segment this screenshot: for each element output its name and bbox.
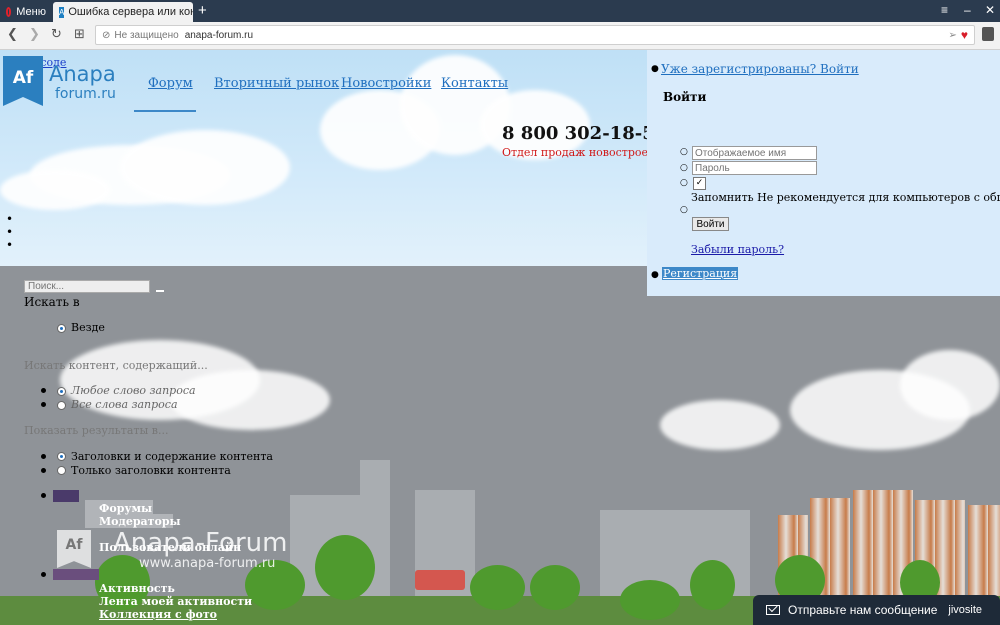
phone-caption: Отдел продаж новостроек [502, 146, 655, 159]
remember-label: Запомнить Не рекомендуется для компьютер… [691, 191, 1000, 204]
kiosk-decoration [415, 570, 465, 590]
results-label: Показать результаты в... [24, 424, 169, 437]
titles-and-content-radio[interactable] [57, 452, 66, 461]
list-bullet: ● [651, 270, 659, 280]
submenu-forums[interactable]: Форумы [99, 502, 152, 515]
browser-menu-label: Меню [16, 6, 46, 18]
scope-everywhere-radio[interactable] [57, 324, 66, 333]
cloud-decoration [660, 400, 780, 450]
list-bullet [41, 468, 46, 473]
tab-title: Ошибка сервера или кон [68, 6, 193, 18]
register-link[interactable]: Регистрация [662, 267, 739, 280]
new-tab-icon[interactable]: + [198, 2, 207, 19]
close-window-icon[interactable]: ✕ [985, 3, 995, 17]
login-title: Войти [663, 90, 707, 104]
nav-forum[interactable]: Форум [148, 76, 193, 91]
url-text: anapa-forum.ru [184, 29, 254, 41]
nav-active-indicator [134, 110, 196, 112]
password-field[interactable] [692, 161, 817, 175]
display-name-field[interactable] [692, 146, 817, 160]
list-bullet [41, 454, 46, 459]
list-bullet: ○ [680, 163, 688, 173]
web-page: к соде Af Anapa forum.ru Форум Вторичный… [0, 50, 1000, 625]
cloud-decoration [170, 370, 330, 430]
tree-decoration [690, 560, 735, 610]
browser-menu-button[interactable]: Меню [0, 2, 52, 22]
nav-contacts[interactable]: Контакты [441, 76, 508, 91]
titles-only-label: Только заголовки контента [71, 464, 231, 477]
list-bullet [41, 493, 46, 498]
chat-widget-button[interactable]: Отправьте нам сообщение jivosite [753, 595, 1000, 625]
menu-toggle[interactable] [53, 490, 79, 502]
any-word-label: Любое слово запроса [71, 384, 196, 397]
any-word-radio[interactable] [57, 387, 66, 396]
opera-logo-icon [6, 7, 12, 17]
bookmark-heart-icon[interactable]: ♥ [961, 28, 968, 42]
nav-new-buildings[interactable]: Новостройки [341, 76, 431, 91]
tree-decoration [315, 535, 375, 600]
list-bullet: ● [651, 64, 659, 74]
login-panel: ● Уже зарегистрированы? Войти Войти ○ ○ … [647, 50, 1000, 296]
residential-tower [968, 505, 1000, 596]
cloud-decoration [900, 350, 1000, 420]
nav-secondary-market[interactable]: Вторичный рынок [214, 76, 339, 91]
address-bar: ❮ ❯ ↻ ⊞ ⊘ Не защищено anapa-forum.ru ➢ ♥ [0, 22, 1000, 50]
submenu-photo-collection[interactable]: Коллекция с фото [99, 608, 217, 621]
list-bullet [41, 572, 46, 577]
list-bullet: ○ [680, 178, 688, 188]
reload-icon[interactable]: ↻ [51, 27, 62, 42]
cloud-decoration [0, 170, 110, 210]
logo-domain: forum.ru [55, 86, 116, 102]
logo-mark: Af [3, 56, 43, 106]
submenu-moderators[interactable]: Модераторы [99, 515, 181, 528]
search-in-label: Искать в [24, 295, 80, 309]
phone-number[interactable]: 8 800 302-18-52 [502, 123, 667, 144]
logo-name: Anapa [49, 62, 116, 86]
watermark-title: Anapa-Forum [113, 528, 288, 558]
list-bullet: ○ [680, 147, 688, 157]
send-icon[interactable]: ➢ [948, 30, 956, 41]
watermark-url: www.anapa-forum.ru [139, 556, 276, 571]
content-criteria-label: Искать контент, содержащий... [24, 359, 208, 372]
search-input[interactable] [24, 280, 150, 293]
login-submit-button[interactable]: Войти [692, 217, 729, 231]
empty-bullets: • • • [6, 212, 14, 252]
tree-decoration [470, 565, 525, 610]
security-label: Не защищено [114, 29, 179, 41]
tree-decoration [620, 580, 680, 620]
scope-everywhere-label: Везде [71, 321, 105, 334]
remember-checkbox[interactable]: ✓ [693, 177, 706, 190]
chat-message-label: Отправьте нам сообщение [788, 603, 938, 617]
site-logo[interactable]: Af Anapa forum.ru [3, 56, 123, 110]
all-words-radio[interactable] [57, 401, 66, 410]
speed-dial-icon[interactable]: ⊞ [74, 27, 85, 42]
chat-brand: jivosite [948, 604, 982, 616]
browser-tab-bar: Меню A Ошибка сервера или кон ✕ + ≡ – ✕ [0, 0, 1000, 22]
search-submit-button[interactable] [156, 290, 164, 292]
minimize-icon[interactable]: – [964, 3, 971, 17]
submenu-my-activity[interactable]: Лента моей активности [99, 595, 252, 608]
forgot-password-link[interactable]: Забыли пароль? [691, 243, 784, 256]
browser-tab-active[interactable]: A Ошибка сервера или кон ✕ [53, 2, 193, 22]
url-field[interactable]: ⊘ Не защищено anapa-forum.ru ➢ ♥ [95, 25, 975, 45]
not-secure-icon: ⊘ [102, 29, 111, 41]
titles-only-radio[interactable] [57, 466, 66, 475]
list-bullet [41, 388, 46, 393]
sign-in-toggle-link[interactable]: Уже зарегистрированы? Войти [661, 62, 859, 76]
forward-icon[interactable]: ❯ [29, 27, 40, 42]
tree-decoration [530, 565, 580, 610]
back-icon[interactable]: ❮ [7, 27, 18, 42]
menu-toggle[interactable] [53, 569, 99, 580]
envelope-icon [766, 605, 780, 615]
extension-icon[interactable] [982, 27, 994, 41]
cloud-decoration [120, 130, 290, 205]
tab-menu-icon[interactable]: ≡ [941, 3, 948, 17]
list-bullet [41, 402, 46, 407]
all-words-label: Все слова запроса [71, 398, 178, 411]
submenu-activity[interactable]: Активность [99, 582, 175, 595]
titles-and-content-label: Заголовки и содержание контента [71, 450, 273, 463]
list-bullet: ○ [680, 205, 688, 215]
favicon-icon: A [59, 6, 65, 18]
